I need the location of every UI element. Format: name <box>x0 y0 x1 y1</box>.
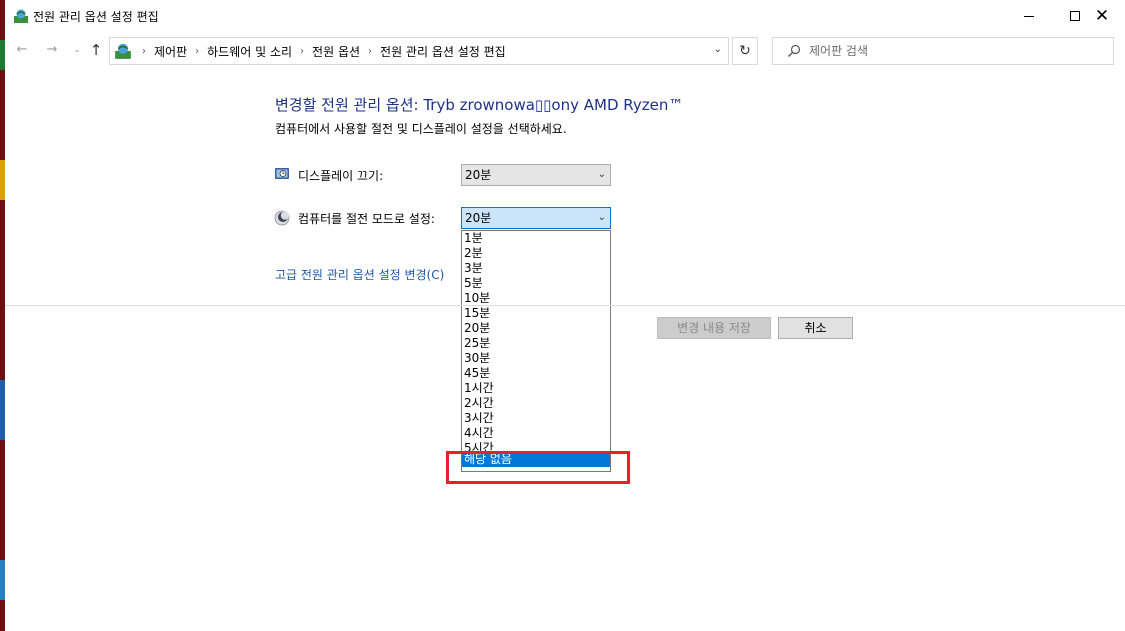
minimize-button[interactable] <box>1006 0 1052 32</box>
breadcrumb-item[interactable]: 제어판 <box>154 43 187 60</box>
arrow-right-icon: → <box>46 42 58 57</box>
list-item[interactable]: 2분 <box>462 246 610 261</box>
minimize-icon <box>1024 15 1034 17</box>
title-bar: 전원 관리 옵션 설정 편집 ✕ <box>5 0 1125 32</box>
list-item[interactable]: 3분 <box>462 261 610 276</box>
chevron-down-icon: ⌄ <box>597 169 606 180</box>
sleep-label: 컴퓨터를 절전 모드로 설정: <box>298 212 435 226</box>
list-item[interactable]: 15분 <box>462 306 610 321</box>
list-item[interactable]: 30분 <box>462 351 610 366</box>
breadcrumb-item[interactable]: 하드웨어 및 소리 <box>207 43 292 60</box>
breadcrumb-item[interactable]: 전원 관리 옵션 설정 편집 <box>380 43 506 60</box>
recent-locations-button[interactable]: ⌄ <box>68 41 86 59</box>
cancel-button[interactable]: 취소 <box>778 317 853 339</box>
breadcrumb: › 제어판 › 하드웨어 및 소리 › 전원 옵션 › 전원 관리 옵션 설정 … <box>134 43 506 60</box>
control-panel-icon <box>14 9 28 23</box>
chevron-right-icon: › <box>368 45 373 57</box>
monitor-clock-icon <box>275 168 289 179</box>
refresh-icon: ↻ <box>739 43 751 59</box>
list-item[interactable]: 3시간 <box>462 411 610 426</box>
address-dropdown-icon[interactable]: ⌄ <box>714 44 722 55</box>
close-icon: ✕ <box>1094 6 1110 26</box>
highlight-annotation <box>446 451 630 484</box>
advanced-settings-link[interactable]: 고급 전원 관리 옵션 설정 변경(C) <box>275 266 444 283</box>
sleep-options-list: 1분 2분 3분 5분 10분 15분 20분 25분 30분 45분 1시간 … <box>461 230 611 472</box>
navigation-bar: ← → ⌄ ↑ › 제어판 › 하드웨어 및 소리 › 전원 옵션 › 전원 관… <box>5 35 1125 67</box>
refresh-button[interactable]: ↻ <box>732 37 758 65</box>
moon-icon <box>274 210 290 226</box>
list-item[interactable]: 1시간 <box>462 381 610 396</box>
address-bar[interactable]: › 제어판 › 하드웨어 및 소리 › 전원 옵션 › 전원 관리 옵션 설정 … <box>109 37 729 65</box>
control-panel-window: 전원 관리 옵션 설정 편집 ✕ ← → ⌄ ↑ › 제어판 › 하드웨어 및 … <box>5 0 1125 631</box>
list-item[interactable]: 5분 <box>462 276 610 291</box>
list-item[interactable]: 2시간 <box>462 396 610 411</box>
divider <box>5 305 1125 306</box>
back-button[interactable]: ← <box>13 41 31 59</box>
breadcrumb-item[interactable]: 전원 옵션 <box>312 43 360 60</box>
display-off-label: 디스플레이 끄기: <box>298 169 384 183</box>
arrow-up-icon: ↑ <box>89 41 103 59</box>
close-button[interactable]: ✕ <box>1079 0 1125 32</box>
chevron-right-icon: › <box>142 45 146 57</box>
forward-button[interactable]: → <box>43 41 61 59</box>
page-title: 변경할 전원 관리 옵션: Tryb zrownowa▯▯ony AMD Ryz… <box>275 96 684 114</box>
save-button[interactable]: 변경 내용 저장 <box>657 317 771 339</box>
control-panel-icon <box>115 43 131 59</box>
search-input[interactable] <box>809 44 1109 58</box>
list-item[interactable]: 10분 <box>462 291 610 306</box>
display-off-select[interactable]: 20분 ⌄ <box>461 164 611 186</box>
search-icon <box>788 44 801 57</box>
list-item[interactable]: 25분 <box>462 336 610 351</box>
list-item[interactable]: 4시간 <box>462 426 610 441</box>
search-box[interactable] <box>772 37 1114 65</box>
list-item[interactable]: 1분 <box>462 231 610 246</box>
list-item[interactable]: 45분 <box>462 366 610 381</box>
page-description: 컴퓨터에서 사용할 절전 및 디스플레이 설정을 선택하세요. <box>275 122 567 136</box>
window-title: 전원 관리 옵션 설정 편집 <box>33 10 159 24</box>
display-off-value: 20분 <box>465 168 492 182</box>
chevron-down-icon: ⌄ <box>597 212 606 223</box>
chevron-down-icon: ⌄ <box>73 45 81 55</box>
sleep-select[interactable]: 20분 ⌄ <box>461 207 611 229</box>
arrow-left-icon: ← <box>16 42 28 57</box>
chevron-right-icon: › <box>195 45 200 57</box>
chevron-right-icon: › <box>300 45 305 57</box>
up-button[interactable]: ↑ <box>87 41 105 59</box>
sleep-value: 20분 <box>465 211 492 225</box>
list-item[interactable]: 20분 <box>462 321 610 336</box>
